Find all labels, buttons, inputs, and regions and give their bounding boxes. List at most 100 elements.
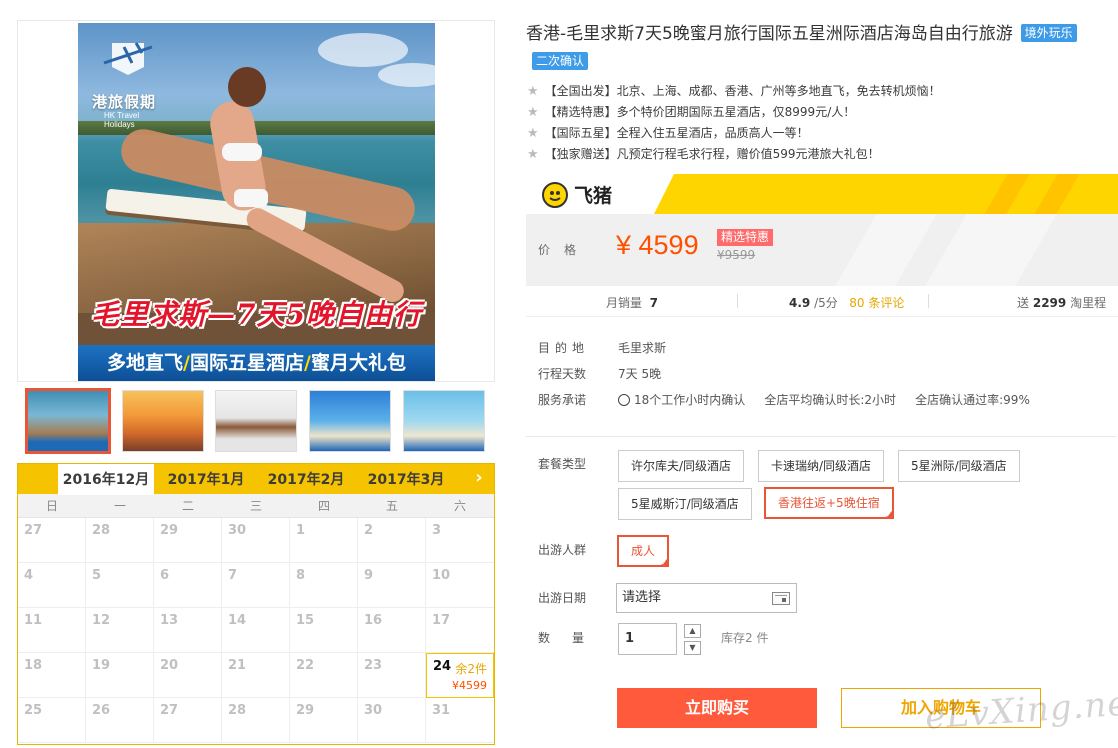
banner-title: 毛里求斯—7天5晚自由行 bbox=[91, 298, 422, 331]
calendar-icon[interactable] bbox=[772, 592, 790, 605]
calendar-day-number: 9 bbox=[364, 568, 374, 583]
people-option-selected[interactable]: 成人 bbox=[617, 535, 670, 568]
calendar-day[interactable]: 28 bbox=[86, 518, 154, 563]
service-item: 全店确认通过率:99% bbox=[915, 393, 1030, 407]
quantity-increase-icon[interactable]: ▲ bbox=[684, 624, 701, 638]
package-option[interactable]: 5星威斯汀/同级酒店 bbox=[618, 488, 752, 520]
decor-stripe bbox=[835, 214, 937, 286]
calendar-day[interactable]: 29 bbox=[290, 698, 358, 743]
calendar-day[interactable]: 12 bbox=[86, 608, 154, 653]
people-label: 出游人群 bbox=[538, 543, 587, 557]
calendar-day[interactable]: 2 bbox=[358, 518, 426, 563]
quantity-label: 数量 bbox=[538, 631, 607, 645]
stats-row: 月销量 7 4.9 /5分 80 条评论 送 2299 淘里程 bbox=[526, 286, 1118, 317]
calendar-day[interactable]: 15 bbox=[290, 608, 358, 653]
calendar-day-number: 8 bbox=[296, 568, 306, 583]
destination-row: 目的地 毛里求斯 bbox=[538, 338, 1030, 364]
calendar-day[interactable]: 18 bbox=[18, 653, 86, 698]
calendar-day[interactable]: 6 bbox=[154, 563, 222, 608]
calendar-day[interactable]: 28 bbox=[222, 698, 290, 743]
thumbnail-2[interactable] bbox=[122, 390, 204, 452]
calendar-day[interactable]: 3 bbox=[426, 518, 494, 563]
price-box: 价格 ¥ 4599 精选特惠 ¥9599 bbox=[526, 214, 1118, 286]
stock-text: 库存2 件 bbox=[721, 631, 769, 645]
calendar-day-number: 1 bbox=[296, 523, 306, 538]
date-select[interactable]: 请选择 bbox=[616, 583, 797, 613]
calendar-day[interactable]: 30 bbox=[358, 698, 426, 743]
calendar-day[interactable]: 14 bbox=[222, 608, 290, 653]
price-label: 价格 bbox=[538, 243, 591, 257]
woman-head-figure bbox=[228, 67, 266, 107]
package-option[interactable]: 5星洲际/同级酒店 bbox=[898, 450, 1020, 482]
banner-strip-item: 蜜月大礼包 bbox=[310, 352, 406, 374]
day-stock: 余2件 bbox=[455, 662, 487, 676]
tab-month-2017-03[interactable]: 2017年3月 bbox=[358, 464, 454, 494]
calendar-day[interactable]: 9 bbox=[358, 563, 426, 608]
banner-strip-item: 多地直飞 bbox=[107, 352, 184, 374]
thumbnail-5[interactable] bbox=[403, 390, 485, 452]
logo-text: 港旅假期 bbox=[92, 93, 157, 111]
tab-month-2016-12[interactable]: 2016年12月 bbox=[58, 464, 154, 495]
destination-label: 目的地 bbox=[538, 341, 590, 355]
thumbnail-row bbox=[17, 386, 495, 460]
feature-item: ★ 【全国出发】北京、上海、成都、香港、广州等多地直飞，免去转机烦恼！ bbox=[527, 81, 941, 102]
quantity-input[interactable]: 1 bbox=[618, 623, 677, 655]
feature-text: 【精选特惠】多个特价团期国际五星酒店，仅8999元/人！ bbox=[544, 105, 856, 119]
calendar-day[interactable]: 22 bbox=[290, 653, 358, 698]
date-placeholder: 请选择 bbox=[622, 590, 662, 605]
thumbnail-1[interactable] bbox=[25, 388, 111, 454]
service-item: 18个工作小时内确认 bbox=[634, 393, 746, 407]
weekday-label: 三 bbox=[249, 499, 262, 513]
calendar-day[interactable]: 27 bbox=[18, 518, 86, 563]
package-option-selected[interactable]: 香港往返+5晚住宿 bbox=[764, 487, 894, 520]
weekday-label: 二 bbox=[181, 499, 194, 513]
decor-stripe bbox=[984, 174, 1030, 214]
calendar-day-number: 19 bbox=[92, 658, 111, 673]
tab-month-2017-01[interactable]: 2017年1月 bbox=[158, 464, 254, 494]
thumbnail-3[interactable] bbox=[215, 390, 297, 452]
calendar-day-available[interactable]: 24 余2件 ¥4599 bbox=[426, 653, 494, 698]
calendar-day[interactable]: 26 bbox=[86, 698, 154, 743]
calendar-day[interactable]: 16 bbox=[358, 608, 426, 653]
calendar-day[interactable]: 27 bbox=[154, 698, 222, 743]
calendar-day[interactable]: 7 bbox=[222, 563, 290, 608]
days-label: 行程天数 bbox=[538, 367, 587, 381]
package-option[interactable]: 许尔库夫/同级酒店 bbox=[618, 450, 745, 482]
calendar-day-number: 16 bbox=[364, 613, 383, 628]
calendar-day[interactable]: 10 bbox=[426, 563, 494, 608]
calendar-day[interactable]: 31 bbox=[426, 698, 494, 743]
tab-month-2017-02[interactable]: 2017年2月 bbox=[258, 464, 354, 494]
fliggy-logo: 飞猪 bbox=[542, 181, 612, 208]
calendar-day[interactable]: 23 bbox=[358, 653, 426, 698]
review-count-link[interactable]: 80 条评论 bbox=[849, 296, 904, 310]
calendar-day-number: 24 bbox=[433, 659, 452, 674]
decor-stripe bbox=[925, 214, 1057, 286]
chevron-right-icon[interactable]: › bbox=[464, 464, 494, 494]
departure-calendar: 2016年12月 2017年1月 2017年2月 2017年3月 › 日 一 二… bbox=[17, 463, 495, 745]
calendar-day[interactable]: 21 bbox=[222, 653, 290, 698]
calendar-day[interactable]: 20 bbox=[154, 653, 222, 698]
calendar-day[interactable]: 5 bbox=[86, 563, 154, 608]
calendar-day[interactable]: 1 bbox=[290, 518, 358, 563]
calendar-day-number: 15 bbox=[296, 613, 315, 628]
quantity-decrease-icon[interactable]: ▼ bbox=[684, 641, 701, 655]
calendar-day[interactable]: 29 bbox=[154, 518, 222, 563]
check-circle-icon bbox=[618, 394, 630, 406]
calendar-day[interactable]: 17 bbox=[426, 608, 494, 653]
calendar-day-number: 20 bbox=[160, 658, 179, 673]
calendar-day[interactable]: 30 bbox=[222, 518, 290, 563]
main-product-image[interactable]: 港旅假期 HK Travel Holidays 毛里求斯—7天5晚自由行 多地直… bbox=[78, 23, 435, 381]
current-price: ¥ 4599 bbox=[616, 230, 699, 260]
thumbnail-4[interactable] bbox=[309, 390, 391, 452]
calendar-day[interactable]: 25 bbox=[18, 698, 86, 743]
calendar-day[interactable]: 13 bbox=[154, 608, 222, 653]
calendar-day[interactable]: 19 bbox=[86, 653, 154, 698]
calendar-day[interactable]: 11 bbox=[18, 608, 86, 653]
package-option[interactable]: 卡速瑞纳/同级酒店 bbox=[758, 450, 885, 482]
calendar-day[interactable]: 4 bbox=[18, 563, 86, 608]
bikini-shape bbox=[222, 143, 262, 161]
calendar-day-number: 30 bbox=[228, 523, 247, 538]
buy-now-button[interactable]: 立即购买 bbox=[617, 688, 817, 728]
calendar-day-number: 26 bbox=[92, 703, 111, 718]
calendar-day[interactable]: 8 bbox=[290, 563, 358, 608]
